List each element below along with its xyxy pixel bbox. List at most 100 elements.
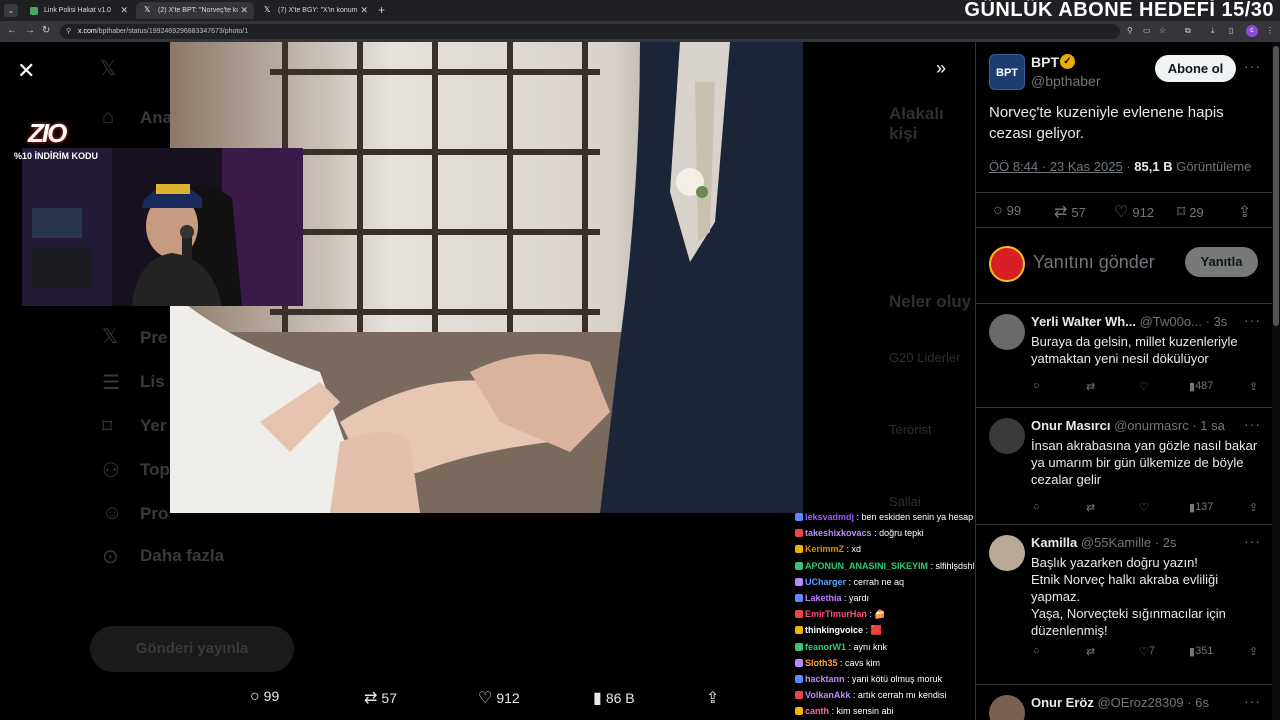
chat-username[interactable]: takeshixkovacs — [805, 528, 872, 538]
heart-icon[interactable]: ♡ 7 — [1139, 645, 1155, 658]
reply-time[interactable]: · 3s — [1206, 314, 1228, 329]
chat-username[interactable]: UCharger — [805, 577, 846, 587]
author-name[interactable]: BPT — [1031, 54, 1059, 70]
heart-icon[interactable]: ♡ — [1139, 380, 1149, 393]
repost-icon[interactable]: ⇄ — [1086, 645, 1095, 658]
browser-tab-2[interactable]: 𝕏 (2) X'te BPT: "Norveç'te kuzeni ✕ — [136, 2, 254, 19]
author-avatar[interactable]: BPT — [989, 54, 1025, 90]
repost-icon[interactable]: ⇄ — [1086, 380, 1095, 393]
reply-author-name[interactable]: Kamilla — [1031, 535, 1077, 550]
author-handle[interactable]: @bpthaber — [1031, 73, 1100, 89]
media-repost-button[interactable]: ⇄ 57 — [364, 688, 397, 708]
share-icon[interactable]: ⇪ — [1249, 645, 1258, 658]
chat-username[interactable]: feanorW1 — [805, 642, 846, 652]
extensions-icon[interactable]: ⧉ — [1185, 26, 1191, 36]
tab-list-button[interactable]: ⌄ — [4, 4, 18, 17]
zoom-icon[interactable]: ⚲ — [1127, 26, 1133, 35]
follow-button[interactable]: Abone ol — [1155, 55, 1236, 82]
reload-icon[interactable]: ↻ — [42, 25, 50, 36]
tab-close-icon[interactable]: ✕ — [120, 5, 128, 16]
media-like-button[interactable]: ♡ 912 — [478, 688, 520, 708]
reply-avatar[interactable] — [989, 695, 1025, 720]
sidepanel-icon[interactable]: ▯ — [1229, 26, 1233, 35]
tab-close-icon[interactable]: ✕ — [240, 5, 248, 16]
media-share-button[interactable]: ⇪ — [706, 688, 723, 708]
reply-author-handle[interactable]: @onurmasrc — [1114, 418, 1189, 433]
reply-author-handle[interactable]: @55Kamille — [1081, 535, 1151, 550]
media-reply-button[interactable]: ○ 99 — [250, 688, 279, 706]
browser-menu-icon[interactable]: ⋮ — [1266, 26, 1274, 35]
reply-time[interactable]: · 1 sa — [1192, 418, 1225, 433]
views-button[interactable]: ▮ 137 — [1189, 501, 1213, 514]
forward-icon[interactable]: → — [25, 25, 35, 36]
chat-username[interactable]: Sloth35 — [805, 658, 838, 668]
sponsor-logo: ZIO — [28, 118, 67, 148]
views-button[interactable]: ▮ 487 — [1189, 380, 1213, 393]
chat-username[interactable]: APONUN_ANASINI_SIKEYIM — [805, 561, 928, 571]
browser-tab-3[interactable]: 𝕏 (7) X'te BGY: "X'in konum özelli ✕ — [256, 2, 374, 19]
back-icon[interactable]: ← — [7, 25, 17, 36]
reply-item[interactable]: Onur Masırcı @onurmasrc · 1 sa ··· İnsan a… — [976, 408, 1280, 525]
cast-icon[interactable]: ▭ — [1143, 26, 1151, 35]
reply-item[interactable]: Kamilla @55Kamille · 2s ··· Başlık yazarke… — [976, 525, 1280, 685]
profile-avatar[interactable]: c — [1246, 25, 1258, 37]
reply-submit-button[interactable]: Yanıtla — [1185, 247, 1258, 277]
chat-username[interactable]: VolkanAkk — [805, 690, 850, 700]
reply-input[interactable]: Yanıtını gönder — [1033, 252, 1155, 273]
page-scrollbar[interactable] — [1272, 42, 1280, 720]
chat-username[interactable]: leksvadmdj — [805, 512, 854, 522]
more-options-icon[interactable]: ··· — [1244, 416, 1261, 432]
reply-icon[interactable]: ○ — [1033, 501, 1040, 513]
chat-username[interactable]: KerimmZ — [805, 544, 844, 554]
media-views-button[interactable]: ▮ 86 B — [593, 688, 635, 708]
bookmark-button[interactable]: ⌑ 29 — [1177, 202, 1204, 222]
reply-avatar[interactable] — [989, 418, 1025, 454]
reply-time[interactable]: · 2s — [1155, 535, 1177, 550]
chat-username[interactable]: hacktann — [805, 674, 845, 684]
new-tab-button[interactable]: + — [378, 3, 385, 17]
reply-author-name[interactable]: Onur Masırcı — [1031, 418, 1110, 433]
download-icon[interactable]: ⤓ — [1211, 26, 1215, 36]
reply-item[interactable]: Onur Eröz @OEroz28309 · 6s ··· — [976, 685, 1280, 720]
views-button[interactable]: ▮ 351 — [1189, 645, 1213, 658]
like-button[interactable]: ♡ 912 — [1114, 202, 1154, 222]
scrollbar-thumb[interactable] — [1273, 46, 1279, 326]
chat-username[interactable]: Lakethia — [805, 593, 842, 603]
reply-avatar[interactable] — [989, 314, 1025, 350]
reply-button[interactable]: ○ 99 — [993, 202, 1021, 220]
close-icon[interactable]: ✕ — [17, 58, 35, 84]
share-icon[interactable]: ⇪ — [1249, 380, 1258, 393]
reply-author-name[interactable]: Yerli Walter Wh... — [1031, 314, 1136, 329]
reply-author-handle[interactable]: @Tw00o... — [1140, 314, 1202, 329]
url-field[interactable]: ⚲ x.com/bpthaber/status/1992469296883347… — [60, 24, 1120, 39]
chat-username[interactable]: EmirTimurHan — [805, 609, 867, 619]
tab-close-icon[interactable]: ✕ — [360, 5, 368, 16]
more-options-icon[interactable]: ··· — [1244, 312, 1261, 328]
heart-icon[interactable]: ♡ — [1139, 501, 1149, 514]
reply-author-name[interactable]: Onur Eröz — [1031, 695, 1094, 710]
browser-tab-1[interactable]: Link Polisi Hakat v1.0 ✕ — [22, 2, 134, 19]
more-options-icon[interactable]: ··· — [1244, 533, 1261, 549]
reply-icon[interactable]: ○ — [1033, 645, 1040, 657]
bookmark-star-icon[interactable]: ☆ — [1159, 26, 1166, 35]
url-host: x.com — [78, 28, 97, 35]
chat-username[interactable]: canth — [805, 706, 829, 716]
share-button[interactable]: ⇪ — [1238, 202, 1255, 222]
chat-username[interactable]: thinkingvoice — [805, 625, 863, 635]
chat-message: EmirTimurHan : 🍰 — [795, 609, 886, 620]
chat-badge-icon — [795, 594, 803, 602]
reply-time[interactable]: · 6s — [1187, 695, 1209, 710]
repost-button[interactable]: ⇄ 57 — [1054, 202, 1086, 222]
toggle-sidebar-icon[interactable]: » — [936, 58, 946, 79]
share-icon[interactable]: ⇪ — [1249, 501, 1258, 514]
chat-badge-icon — [795, 545, 803, 554]
tweet-time[interactable]: ÖÖ 8:44 · 23 Kas 2025 — [989, 159, 1123, 174]
site-info-icon[interactable]: ⚲ — [66, 27, 71, 35]
reply-item[interactable]: Yerli Walter Wh... @Tw00o... · 3s ··· Bura… — [976, 304, 1280, 408]
more-options-icon[interactable]: ··· — [1244, 693, 1261, 709]
reply-icon[interactable]: ○ — [1033, 380, 1040, 392]
more-options-icon[interactable]: ··· — [1244, 58, 1261, 74]
repost-icon[interactable]: ⇄ — [1086, 501, 1095, 514]
reply-author-handle[interactable]: @OEroz28309 — [1097, 695, 1183, 710]
reply-avatar[interactable] — [989, 535, 1025, 571]
